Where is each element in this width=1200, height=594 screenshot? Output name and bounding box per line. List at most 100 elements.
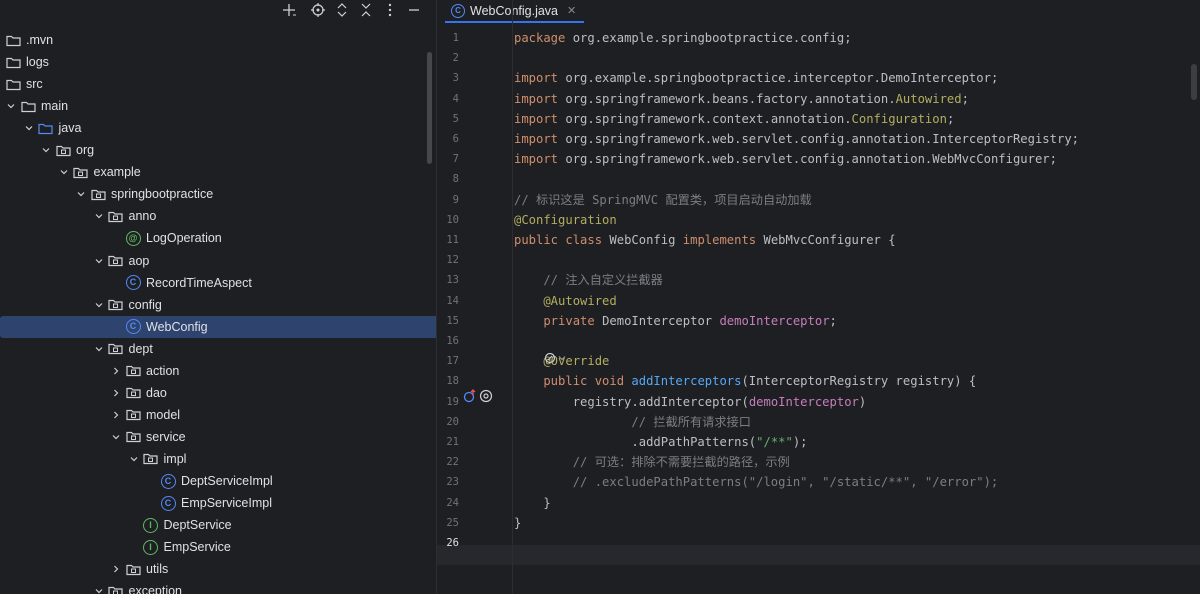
chevron-down-icon[interactable] (110, 426, 122, 448)
tree-item-mvn[interactable]: .mvn (0, 29, 428, 51)
line-number[interactable]: 12 (437, 250, 459, 270)
chevron-right-icon[interactable] (110, 360, 122, 382)
add-icon[interactable] (280, 1, 298, 19)
tree-item-exception[interactable]: exception (0, 580, 436, 594)
line-number[interactable]: 26 (437, 533, 459, 553)
line-number[interactable]: 10 (437, 210, 459, 230)
code-line[interactable]: // 标识这是 SpringMVC 配置类，项目启动自动加载 (514, 190, 812, 210)
chevron-down-icon[interactable] (75, 183, 87, 205)
tree-item-logs[interactable]: logs (0, 51, 428, 73)
line-number[interactable]: 4 (437, 89, 459, 109)
tree-item-logoperation[interactable]: @ LogOperation (0, 227, 436, 249)
code-line[interactable]: import org.springframework.web.servlet.c… (514, 149, 1057, 169)
line-number[interactable]: 13 (437, 270, 459, 290)
line-number[interactable]: 16 (437, 331, 459, 351)
line-number[interactable]: 1 (437, 28, 459, 48)
inlay-hint[interactable] (544, 350, 566, 366)
line-number[interactable]: 24 (437, 493, 459, 513)
line-number[interactable]: 5 (437, 109, 459, 129)
code-line[interactable]: private DemoInterceptor demoInterceptor; (514, 311, 837, 331)
tree-scrollbar[interactable] (427, 52, 432, 164)
line-number[interactable]: 17 (437, 351, 459, 371)
tree-item-model[interactable]: model (0, 404, 436, 426)
code-line[interactable]: .addPathPatterns("/**"); (514, 432, 807, 452)
tree-item-springbootpractice[interactable]: springbootpractice (0, 183, 436, 205)
line-number[interactable]: 18 (437, 371, 459, 391)
close-icon[interactable]: ✕ (567, 4, 576, 17)
annotation-gutter-icon[interactable] (479, 389, 493, 403)
line-number[interactable]: 2 (437, 48, 459, 68)
chevron-down-icon[interactable] (128, 448, 140, 470)
tree-item-src[interactable]: src (0, 73, 428, 95)
chevron-down-icon[interactable] (40, 139, 52, 161)
line-number[interactable]: 20 (437, 412, 459, 432)
line-number[interactable]: 8 (437, 169, 459, 189)
tree-item-webconfig[interactable]: C WebConfig (0, 315, 436, 338)
hide-icon[interactable] (405, 1, 423, 19)
chevron-down-icon[interactable] (93, 338, 105, 360)
line-number[interactable]: 22 (437, 452, 459, 472)
tree-item-recordtimeaspect[interactable]: C RecordTimeAspect (0, 272, 436, 294)
tree-item-org[interactable]: org (0, 139, 436, 161)
code-line[interactable]: package org.example.springbootpractice.c… (514, 28, 852, 48)
tree-item-empserviceimpl[interactable]: C EmpServiceImpl (0, 492, 436, 514)
chevron-down-icon[interactable] (23, 117, 35, 139)
code-line[interactable]: import org.springframework.web.servlet.c… (514, 129, 1079, 149)
code-line[interactable]: public void addInterceptors(InterceptorR… (514, 371, 976, 391)
line-number[interactable]: 11 (437, 230, 459, 250)
editor-scrollbar[interactable] (1191, 64, 1197, 100)
code-line[interactable]: // 拦截所有请求接口 (514, 412, 751, 432)
tree-item-utils[interactable]: utils (0, 558, 436, 580)
locate-icon[interactable] (309, 1, 327, 19)
code-line[interactable]: // .excludePathPatterns("/login", "/stat… (514, 472, 999, 492)
code-line[interactable]: import org.springframework.beans.factory… (514, 89, 969, 109)
tab-webconfig[interactable]: C WebConfig.java ✕ (445, 0, 585, 23)
code-editor[interactable]: C WebConfig.java ✕ 1 2 3 4 5 6 7 8 9 10 11 12 13 14 15… (437, 0, 1200, 594)
line-number[interactable]: 6 (437, 129, 459, 149)
chevron-right-icon[interactable] (110, 404, 122, 426)
more-options-icon[interactable] (381, 1, 399, 19)
line-number[interactable]: 19 (437, 392, 459, 412)
code-line[interactable]: } (514, 493, 550, 513)
chevron-right-icon[interactable] (110, 382, 122, 404)
line-number[interactable]: 23 (437, 472, 459, 492)
tree-item-action[interactable]: action (0, 360, 436, 382)
code-line[interactable]: // 注入自定义拦截器 (514, 270, 663, 290)
code-line[interactable]: import org.springframework.context.annot… (514, 109, 954, 129)
tree-item-example[interactable]: example (0, 161, 436, 183)
tree-item-main[interactable]: main (0, 95, 428, 117)
tree-item-aop[interactable]: aop (0, 250, 436, 272)
line-number[interactable]: 3 (437, 68, 459, 88)
override-method-icon[interactable] (463, 389, 477, 403)
tree-item-deptserviceimpl[interactable]: C DeptServiceImpl (0, 470, 436, 492)
collapse-all-icon[interactable] (357, 1, 375, 19)
line-number[interactable]: 25 (437, 513, 459, 533)
tree-item-java[interactable]: java (0, 117, 436, 139)
expand-all-icon[interactable] (333, 1, 351, 19)
chevron-down-icon[interactable] (93, 205, 105, 227)
code-line[interactable]: @Configuration (514, 210, 617, 230)
tree-item-dao[interactable]: dao (0, 382, 436, 404)
tree-item-impl[interactable]: impl (0, 448, 436, 470)
chevron-down-icon[interactable] (5, 95, 17, 117)
tree-item-anno[interactable]: anno (0, 205, 436, 227)
code-line[interactable]: import org.example.springbootpractice.in… (514, 68, 998, 88)
line-number[interactable]: 7 (437, 149, 459, 169)
code-line[interactable]: @Autowired (514, 291, 616, 311)
tree-item-dept[interactable]: dept (0, 338, 436, 360)
code-line[interactable]: // 可选：排除不需要拦截的路径，示例 (514, 452, 790, 472)
line-number[interactable]: 14 (437, 291, 459, 311)
tree-item-deptservice[interactable]: I DeptService (0, 514, 436, 536)
chevron-down-icon[interactable] (93, 250, 105, 272)
code-line[interactable]: } (514, 513, 521, 533)
chevron-down-icon[interactable] (93, 580, 105, 594)
tree-item-config[interactable]: config (0, 294, 436, 316)
tree-item-empservice[interactable]: I EmpService (0, 536, 436, 558)
chevron-down-icon[interactable] (58, 161, 70, 183)
line-number[interactable]: 21 (437, 432, 459, 452)
line-number[interactable]: 9 (437, 190, 459, 210)
code-line[interactable]: public class WebConfig implements WebMvc… (514, 230, 896, 250)
line-number[interactable]: 15 (437, 311, 459, 331)
chevron-down-icon[interactable] (93, 294, 105, 316)
chevron-right-icon[interactable] (110, 558, 122, 580)
